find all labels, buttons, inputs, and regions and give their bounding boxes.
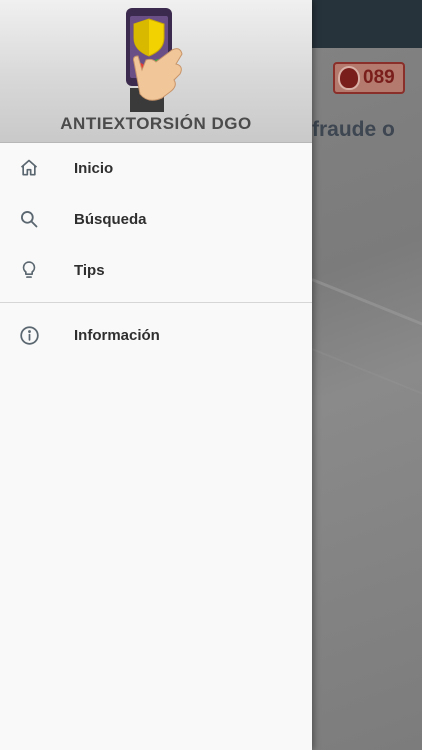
menu-item-tips[interactable]: Tips [0, 245, 312, 295]
navigation-drawer: ANTIEXTORSIÓN DGO Inicio Búsqueda Tips I… [0, 0, 312, 750]
app-logo-phone-shield-icon [126, 8, 183, 112]
menu-item-label: Búsqueda [74, 210, 147, 228]
shield-icon [338, 66, 360, 90]
background-heading: fraude o [312, 118, 395, 141]
menu-item-label: Inicio [74, 159, 114, 177]
drawer-header: ANTIEXTORSIÓN DGO [0, 0, 312, 143]
badge-089-logo: 089 [333, 62, 405, 94]
info-icon [18, 324, 40, 346]
lightbulb-icon [18, 259, 40, 281]
home-icon [18, 157, 40, 179]
menu-item-busqueda[interactable]: Búsqueda [0, 194, 312, 244]
background-decoration [311, 348, 422, 418]
menu-item-inicio[interactable]: Inicio [0, 143, 312, 193]
background-decoration [311, 278, 422, 349]
badge-089-text: 089 [363, 67, 395, 88]
menu-item-informacion[interactable]: Información [0, 310, 312, 360]
menu-item-label: Tips [74, 261, 105, 279]
app-title: ANTIEXTORSIÓN DGO [60, 114, 252, 133]
search-icon [18, 208, 40, 230]
menu-divider [0, 302, 312, 303]
menu-item-label: Información [74, 326, 160, 344]
